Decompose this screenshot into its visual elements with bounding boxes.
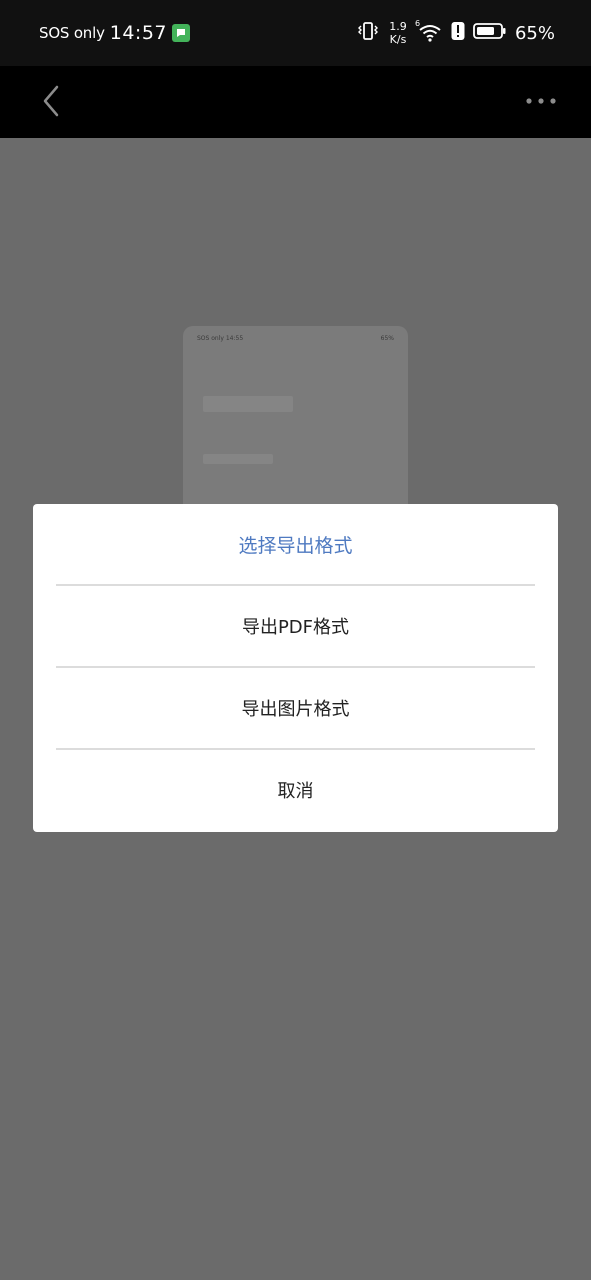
thumbnail-placeholder-line — [203, 454, 273, 464]
cancel-button[interactable]: 取消 — [33, 750, 558, 830]
back-button[interactable] — [36, 78, 66, 124]
thumbnail-placeholder-line — [203, 396, 293, 412]
alert-icon — [451, 21, 465, 45]
top-toolbar — [0, 66, 591, 138]
wifi-icon: 6 — [415, 19, 443, 43]
status-time: 14:57 — [109, 22, 168, 44]
chevron-left-icon — [43, 85, 59, 117]
thumbnail-status-left: SOS only 14:55 — [197, 335, 244, 342]
network-speed: 1.9 K/s — [387, 20, 409, 46]
network-speed-value: 1.9 — [389, 20, 407, 33]
thumbnail-status-right: 65% — [380, 335, 394, 342]
status-left: SOS only 14:57 — [39, 20, 191, 46]
export-image-option[interactable]: 导出图片格式 — [33, 668, 558, 748]
carrier-text: SOS only — [39, 24, 105, 42]
battery-icon — [473, 21, 507, 45]
export-pdf-option[interactable]: 导出PDF格式 — [33, 586, 558, 666]
export-format-dialog: 选择导出格式 导出PDF格式 导出图片格式 取消 — [33, 504, 558, 832]
dialog-title: 选择导出格式 — [238, 535, 353, 557]
battery-percentage: 65% — [514, 22, 555, 44]
screenshot-preview-thumbnail: SOS only 14:55 65% — [183, 326, 408, 504]
network-speed-unit: K/s — [389, 33, 407, 46]
vibrate-icon — [357, 21, 379, 45]
more-horizontal-icon — [526, 98, 556, 104]
more-options-button[interactable] — [521, 86, 561, 116]
status-bar: SOS only 14:57 1.9 K/s 6 65% — [0, 0, 591, 66]
status-right: 1.9 K/s 6 65% — [357, 18, 555, 48]
app-notification-icon — [172, 24, 191, 42]
